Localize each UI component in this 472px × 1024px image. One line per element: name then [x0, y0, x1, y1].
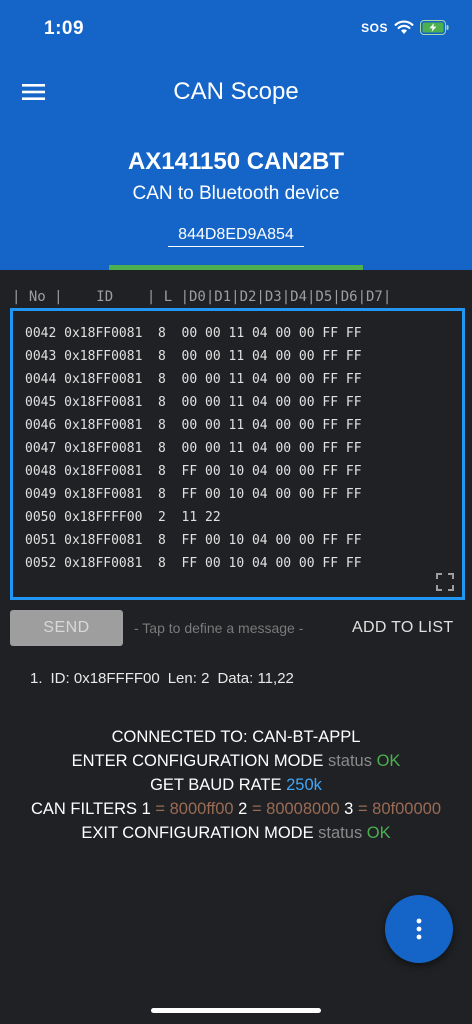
frame-list: 0042 0x18FF0081 8 00 00 11 04 00 00 FF F… — [25, 322, 362, 575]
frame-row: 0052 0x18FF0081 8 FF 00 10 04 00 00 FF F… — [25, 556, 362, 571]
frame-row: 0048 0x18FF0081 8 FF 00 10 04 00 00 FF F… — [25, 464, 362, 479]
frame-row: 0042 0x18FF0081 8 00 00 11 04 00 00 FF F… — [25, 326, 362, 341]
log-filter-2-num: 2 — [238, 800, 248, 818]
log-filter-1-num: 1 — [141, 800, 151, 818]
message-id: ID: 0x18FFFF00 — [50, 670, 160, 687]
wifi-icon — [394, 20, 414, 35]
battery-charging-icon — [420, 20, 450, 35]
log-filter-3-value: = 80f00000 — [357, 800, 441, 818]
status-icons: SOS — [361, 20, 450, 35]
log-can-filters: CAN FILTERS 1 = 8000ff00 2 = 80008000 3 … — [0, 800, 472, 819]
device-description: CAN to Bluetooth device — [132, 183, 340, 204]
frame-row: 0049 0x18FF0081 8 FF 00 10 04 00 00 FF F… — [25, 487, 362, 502]
log-status-ok: OK — [366, 824, 391, 842]
header: 1:09 SOS CAN Scope AX141150 CAN2BT CAN t… — [0, 0, 472, 270]
more-vertical-icon — [416, 918, 422, 940]
frame-log-panel[interactable]: 0042 0x18FF0081 8 00 00 11 04 00 00 FF F… — [10, 308, 465, 600]
log-status-label: status — [327, 752, 372, 770]
log-enter-config-label: ENTER CONFIGURATION MODE — [71, 752, 324, 770]
add-to-list-button[interactable]: ADD TO LIST — [352, 619, 453, 637]
home-indicator[interactable] — [151, 1008, 321, 1013]
define-message-hint[interactable]: - Tap to define a message - — [134, 620, 303, 636]
log-status-label: status — [318, 824, 363, 842]
message-list-item[interactable]: 1. ID: 0x18FFFF00 Len: 2 Data: 11,22 — [30, 670, 302, 687]
log-filters-label: CAN FILTERS — [30, 800, 138, 818]
app-title: CAN Scope — [173, 78, 299, 105]
log-baud-label: GET BAUD RATE — [150, 776, 282, 794]
message-data: Data: 11,22 — [217, 670, 294, 687]
status-time: 1:09 — [44, 18, 85, 39]
connection-indicator — [109, 265, 363, 270]
log-connected: CONNECTED TO: CAN-BT-APPL — [0, 728, 472, 747]
log-filter-2-value: = 80008000 — [251, 800, 340, 818]
device-name: AX141150 CAN2BT — [127, 148, 345, 175]
app-bar: CAN Scope — [0, 60, 472, 124]
message-index: 1. — [30, 670, 43, 687]
log-exit-config-label: EXIT CONFIGURATION MODE — [81, 824, 314, 842]
frame-row: 0044 0x18FF0081 8 00 00 11 04 00 00 FF F… — [25, 372, 362, 387]
log-enter-config: ENTER CONFIGURATION MODE status OK — [0, 752, 472, 771]
log-connected-value: CAN-BT-APPL — [252, 728, 361, 746]
frame-row: 0045 0x18FF0081 8 00 00 11 04 00 00 FF F… — [25, 395, 362, 410]
sos-indicator: SOS — [361, 20, 388, 35]
frame-column-header: | No | ID | L |D0|D1|D2|D3|D4|D5|D6|D7| — [12, 289, 392, 305]
device-mac-address[interactable]: 844D8ED9A854 — [168, 226, 304, 247]
status-bar: 1:09 SOS — [0, 0, 472, 60]
log-filter-3-num: 3 — [344, 800, 354, 818]
frame-row: 0046 0x18FF0081 8 00 00 11 04 00 00 FF F… — [25, 418, 362, 433]
more-options-fab[interactable] — [385, 895, 453, 963]
log-filter-1-value: = 8000ff00 — [155, 800, 234, 818]
frame-row: 0051 0x18FF0081 8 FF 00 10 04 00 00 FF F… — [25, 533, 362, 548]
log-connected-label: CONNECTED TO: — [111, 728, 248, 746]
send-button[interactable]: SEND — [10, 610, 123, 646]
log-baud-rate: GET BAUD RATE 250k — [0, 776, 472, 795]
log-baud-value: 250k — [286, 776, 322, 794]
log-status-ok: OK — [376, 752, 401, 770]
frame-row: 0043 0x18FF0081 8 00 00 11 04 00 00 FF F… — [25, 349, 362, 364]
frame-row: 0050 0x18FFFF00 2 11 22 — [25, 510, 221, 525]
fullscreen-icon[interactable] — [436, 573, 454, 591]
log-exit-config: EXIT CONFIGURATION MODE status OK — [0, 824, 472, 843]
message-length: Len: 2 — [167, 670, 210, 687]
frame-row: 0047 0x18FF0081 8 00 00 11 04 00 00 FF F… — [25, 441, 362, 456]
